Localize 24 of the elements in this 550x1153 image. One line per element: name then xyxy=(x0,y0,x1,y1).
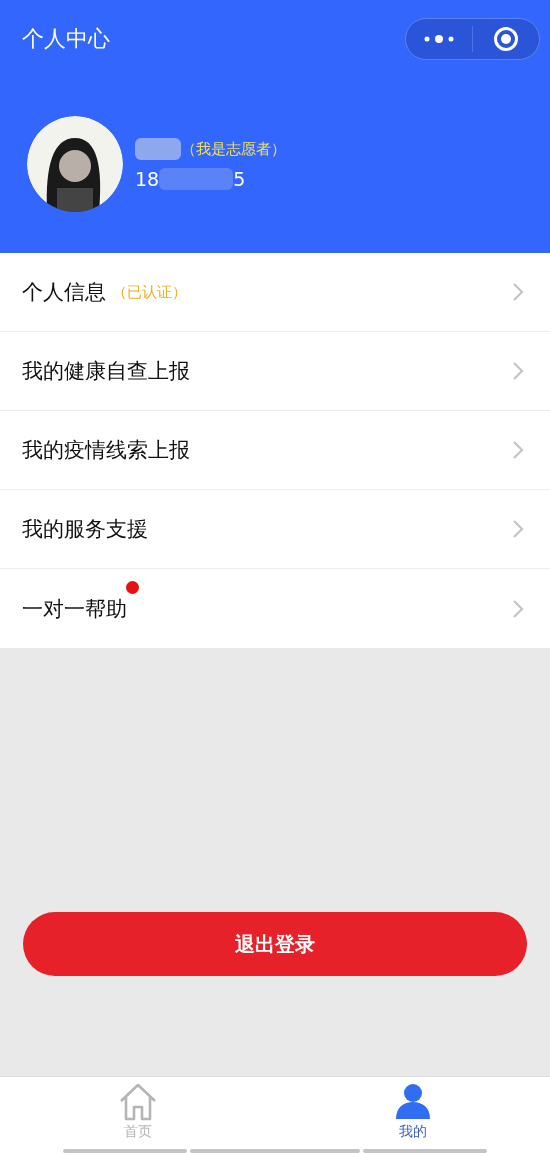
menu-item[interactable]: 我的健康自查上报 xyxy=(0,332,550,411)
person-icon xyxy=(393,1083,432,1121)
phone-number: 18 xyxy=(135,168,160,190)
chevron-icon xyxy=(512,519,524,539)
chevron-icon xyxy=(512,598,524,619)
role-label: （我是志愿者） xyxy=(181,139,286,159)
redaction-mark xyxy=(135,138,181,160)
status-label: （已认证） xyxy=(112,282,187,302)
menu-item[interactable]: 一对一帮助 xyxy=(0,569,550,648)
tab-item[interactable]: 我的 xyxy=(275,1077,550,1149)
chevron-icon xyxy=(512,361,524,381)
menu-label: 我的健康自查上报 xyxy=(22,358,190,385)
chevron-icon xyxy=(512,282,524,302)
menu-item[interactable]: 个人信息 （已认证） xyxy=(0,253,550,332)
phone-number: 5 xyxy=(233,168,246,190)
menu-item[interactable]: 我的疫情线索上报 xyxy=(0,411,550,490)
logout-button[interactable]: 退出登录 xyxy=(23,912,527,976)
chevron-icon xyxy=(512,440,524,460)
menu-label: 我的疫情线索上报 xyxy=(22,437,190,464)
menu-label: 我的服务支援 xyxy=(22,516,148,543)
menu-label: 一对一帮助 xyxy=(22,595,127,623)
page-title: 个人中心 xyxy=(22,25,110,53)
menu-item[interactable]: 我的服务支援 xyxy=(0,490,550,569)
menu-label: 个人信息 xyxy=(22,279,106,306)
